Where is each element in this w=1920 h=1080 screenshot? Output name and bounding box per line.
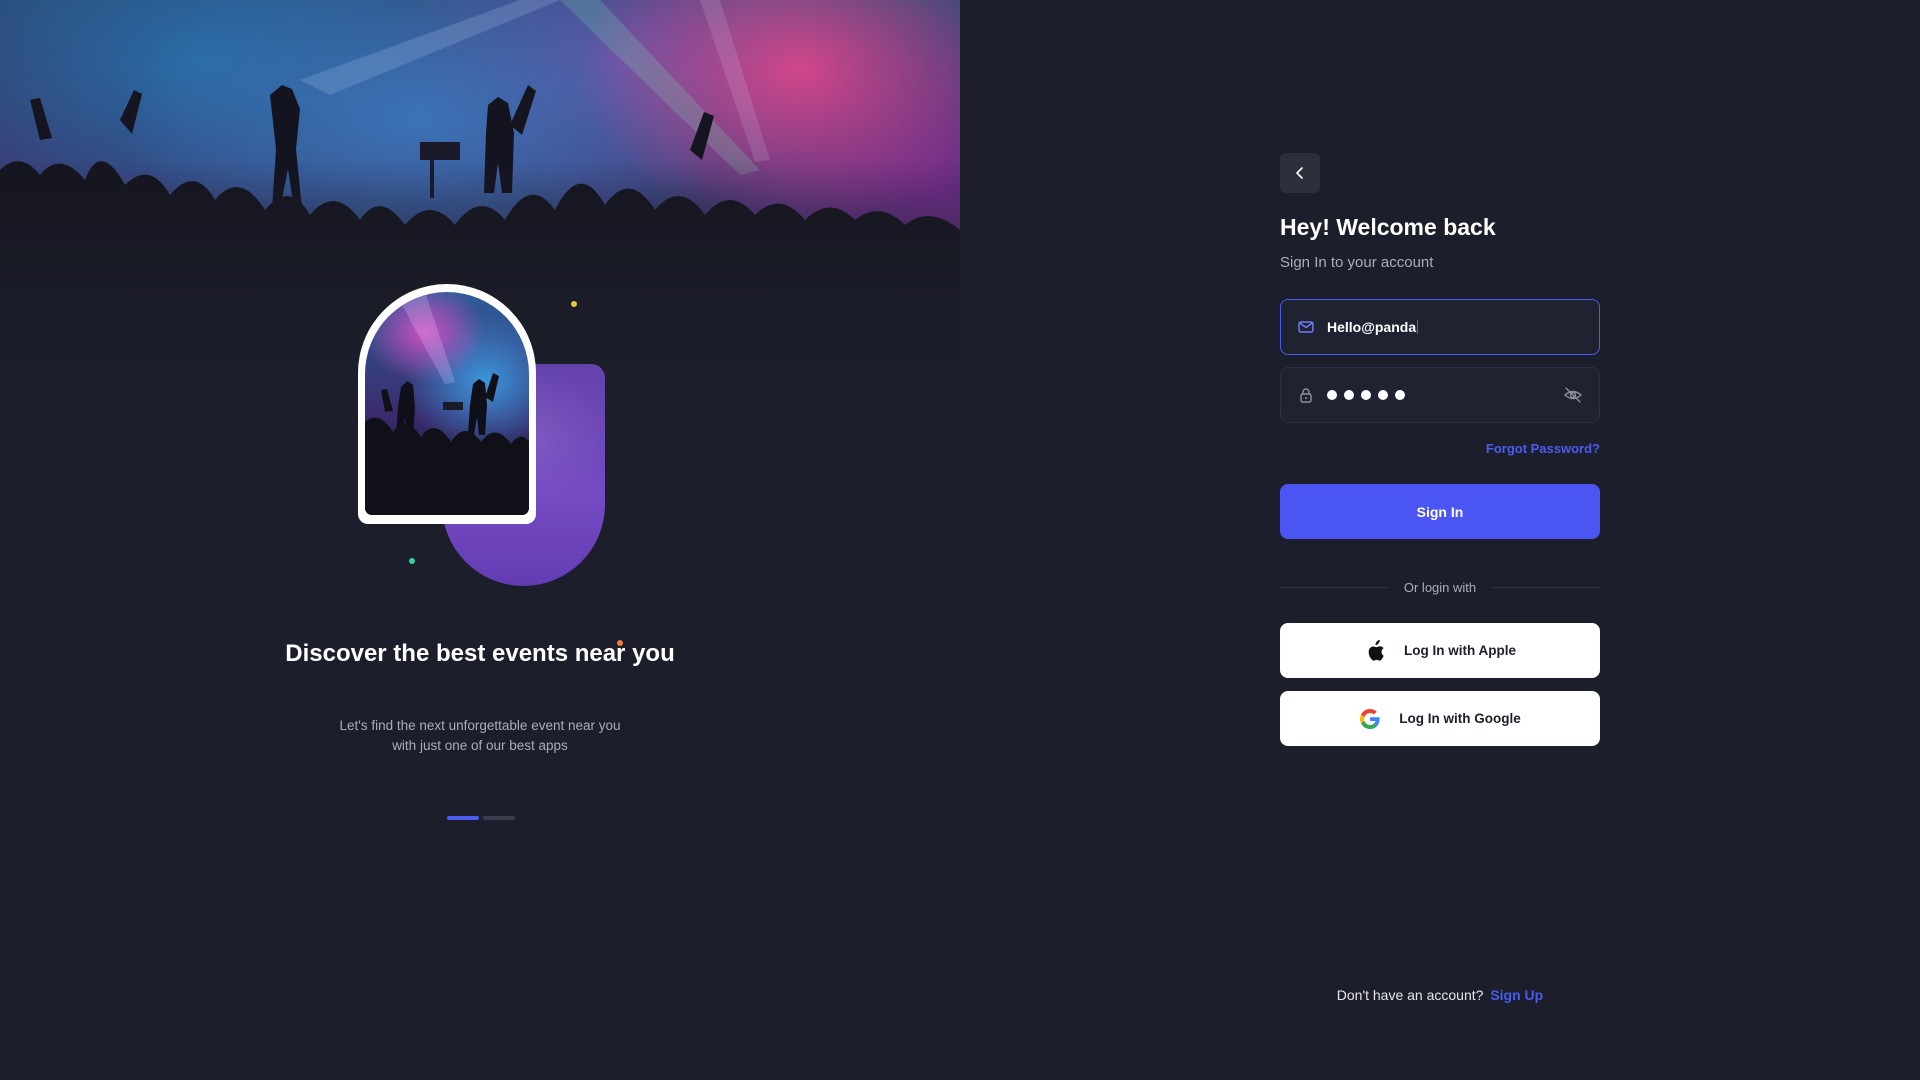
- divider-line: [1492, 587, 1600, 588]
- divider-line: [1280, 587, 1388, 588]
- password-mask-dot: [1378, 390, 1388, 400]
- arch-photo-frame: [358, 284, 536, 524]
- page-title: Hey! Welcome back: [1280, 214, 1496, 240]
- eye-off-icon[interactable]: [1563, 385, 1583, 405]
- hero-panel: Discover the best events near you Let's …: [0, 0, 960, 1080]
- mail-icon: [1297, 318, 1315, 336]
- sign-in-button[interactable]: Sign In: [1280, 484, 1600, 539]
- hero-title: Discover the best events near you: [285, 640, 675, 667]
- password-mask-dot: [1344, 390, 1354, 400]
- apple-login-label: Log In with Apple: [1404, 643, 1516, 658]
- concert-photo: [365, 292, 529, 515]
- chevron-left-icon: [1296, 167, 1303, 179]
- hero-subtitle-line-1: Let's find the next unforgettable event …: [339, 718, 621, 733]
- email-input[interactable]: Hello@panda: [1327, 319, 1583, 335]
- carousel-pager: [447, 816, 515, 820]
- signup-prompt: Don't have an account?: [1336, 987, 1484, 1003]
- google-icon: [1359, 708, 1381, 730]
- signup-prompt-row: Don't have an account? Sign Up: [1280, 987, 1600, 1003]
- hero-subtitle-line-2: with just one of our best apps: [392, 738, 568, 753]
- google-login-button[interactable]: Log In with Google: [1280, 691, 1600, 746]
- lock-icon: [1297, 386, 1315, 404]
- sign-in-form: Hey! Welcome back Sign In to your accoun…: [1280, 0, 1600, 1080]
- pager-dot[interactable]: [483, 816, 515, 820]
- page-subtitle: Sign In to your account: [1280, 254, 1434, 271]
- apple-icon: [1364, 639, 1386, 662]
- password-input[interactable]: [1327, 390, 1563, 400]
- apple-login-button[interactable]: Log In with Apple: [1280, 623, 1600, 678]
- back-button[interactable]: [1280, 153, 1320, 193]
- password-mask-dot: [1327, 390, 1337, 400]
- text-caret: [1417, 320, 1419, 334]
- hero-subtitle: Let's find the next unforgettable event …: [290, 716, 670, 756]
- decor-dot-yellow: [571, 301, 577, 307]
- forgot-password-link[interactable]: Forgot Password?: [1486, 441, 1600, 456]
- pager-dot-active[interactable]: [447, 816, 479, 820]
- google-login-label: Log In with Google: [1399, 711, 1521, 726]
- login-divider: Or login with: [1280, 580, 1600, 595]
- email-value: Hello@panda: [1327, 319, 1417, 335]
- decor-dot-green: [409, 558, 415, 564]
- password-field[interactable]: [1280, 367, 1600, 423]
- password-mask-dot: [1395, 390, 1405, 400]
- email-field[interactable]: Hello@panda: [1280, 299, 1600, 355]
- divider-label: Or login with: [1403, 580, 1477, 595]
- password-mask-dot: [1361, 390, 1371, 400]
- sign-up-link[interactable]: Sign Up: [1490, 987, 1543, 1003]
